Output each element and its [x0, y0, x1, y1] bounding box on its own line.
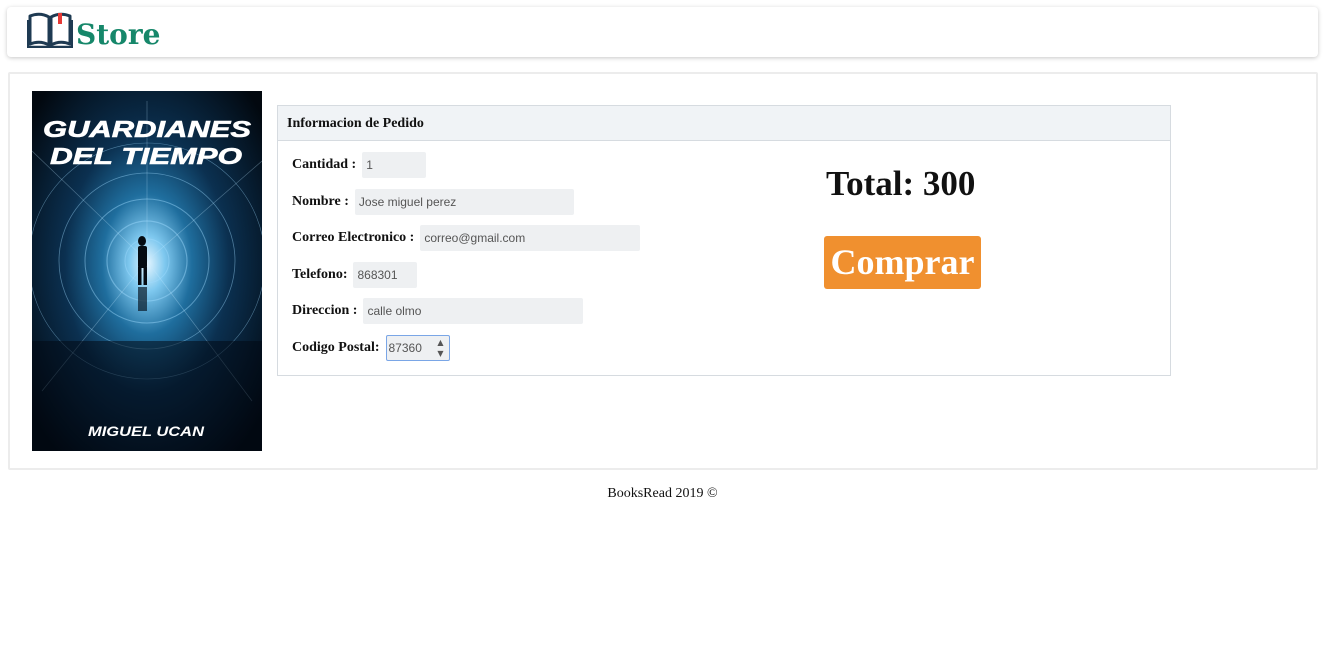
quantity-row: Cantidad :: [292, 152, 427, 178]
postal-code-stepper[interactable]: ▲ ▼: [436, 338, 446, 358]
email-row: Correo Electronico :: [292, 225, 641, 251]
brand-title: Store: [76, 17, 161, 51]
address-label: Direccion :: [292, 303, 358, 318]
name-input[interactable]: [354, 189, 574, 215]
open-book-icon: [27, 12, 73, 48]
chevron-down-icon[interactable]: ▼: [437, 349, 443, 358]
chevron-up-icon[interactable]: ▲: [437, 338, 443, 347]
brand-link[interactable]: Store: [27, 7, 160, 57]
name-label: Nombre :: [292, 194, 349, 209]
cover-title-line2: DEL TIEMPO: [50, 143, 242, 169]
phone-input[interactable]: [353, 262, 418, 288]
buy-button[interactable]: Comprar: [824, 236, 981, 289]
postal-code-input[interactable]: [386, 336, 433, 360]
postal-code-field: ▲ ▼: [385, 335, 450, 361]
product-panel: GUARDIANES DEL TIEMPO MIGUEL UCAN Inform…: [8, 72, 1318, 470]
name-row: Nombre :: [292, 189, 574, 215]
footer-text: BooksRead 2019 ©: [607, 486, 718, 501]
quantity-label: Cantidad :: [292, 157, 357, 172]
postal-code-label: Codigo Postal:: [292, 340, 380, 355]
phone-label: Telefono:: [292, 267, 348, 282]
order-info-panel: Informacion de Pedido Cantidad : Nombre …: [277, 105, 1171, 376]
cover-title-line1: GUARDIANES: [43, 116, 252, 142]
cover-author: MIGUEL UCAN: [88, 423, 205, 439]
quantity-input[interactable]: [362, 152, 427, 178]
order-total: Total: 300: [826, 164, 976, 203]
phone-row: Telefono:: [292, 262, 418, 288]
navbar: Store: [7, 7, 1318, 57]
email-input[interactable]: [420, 225, 641, 251]
book-cover-image: GUARDIANES DEL TIEMPO MIGUEL UCAN: [32, 91, 262, 451]
address-row: Direccion :: [292, 298, 584, 324]
address-input[interactable]: [363, 298, 584, 324]
postal-code-row: Codigo Postal: ▲ ▼: [292, 335, 450, 361]
email-label: Correo Electronico :: [292, 230, 415, 245]
order-header: Informacion de Pedido: [278, 106, 1170, 141]
